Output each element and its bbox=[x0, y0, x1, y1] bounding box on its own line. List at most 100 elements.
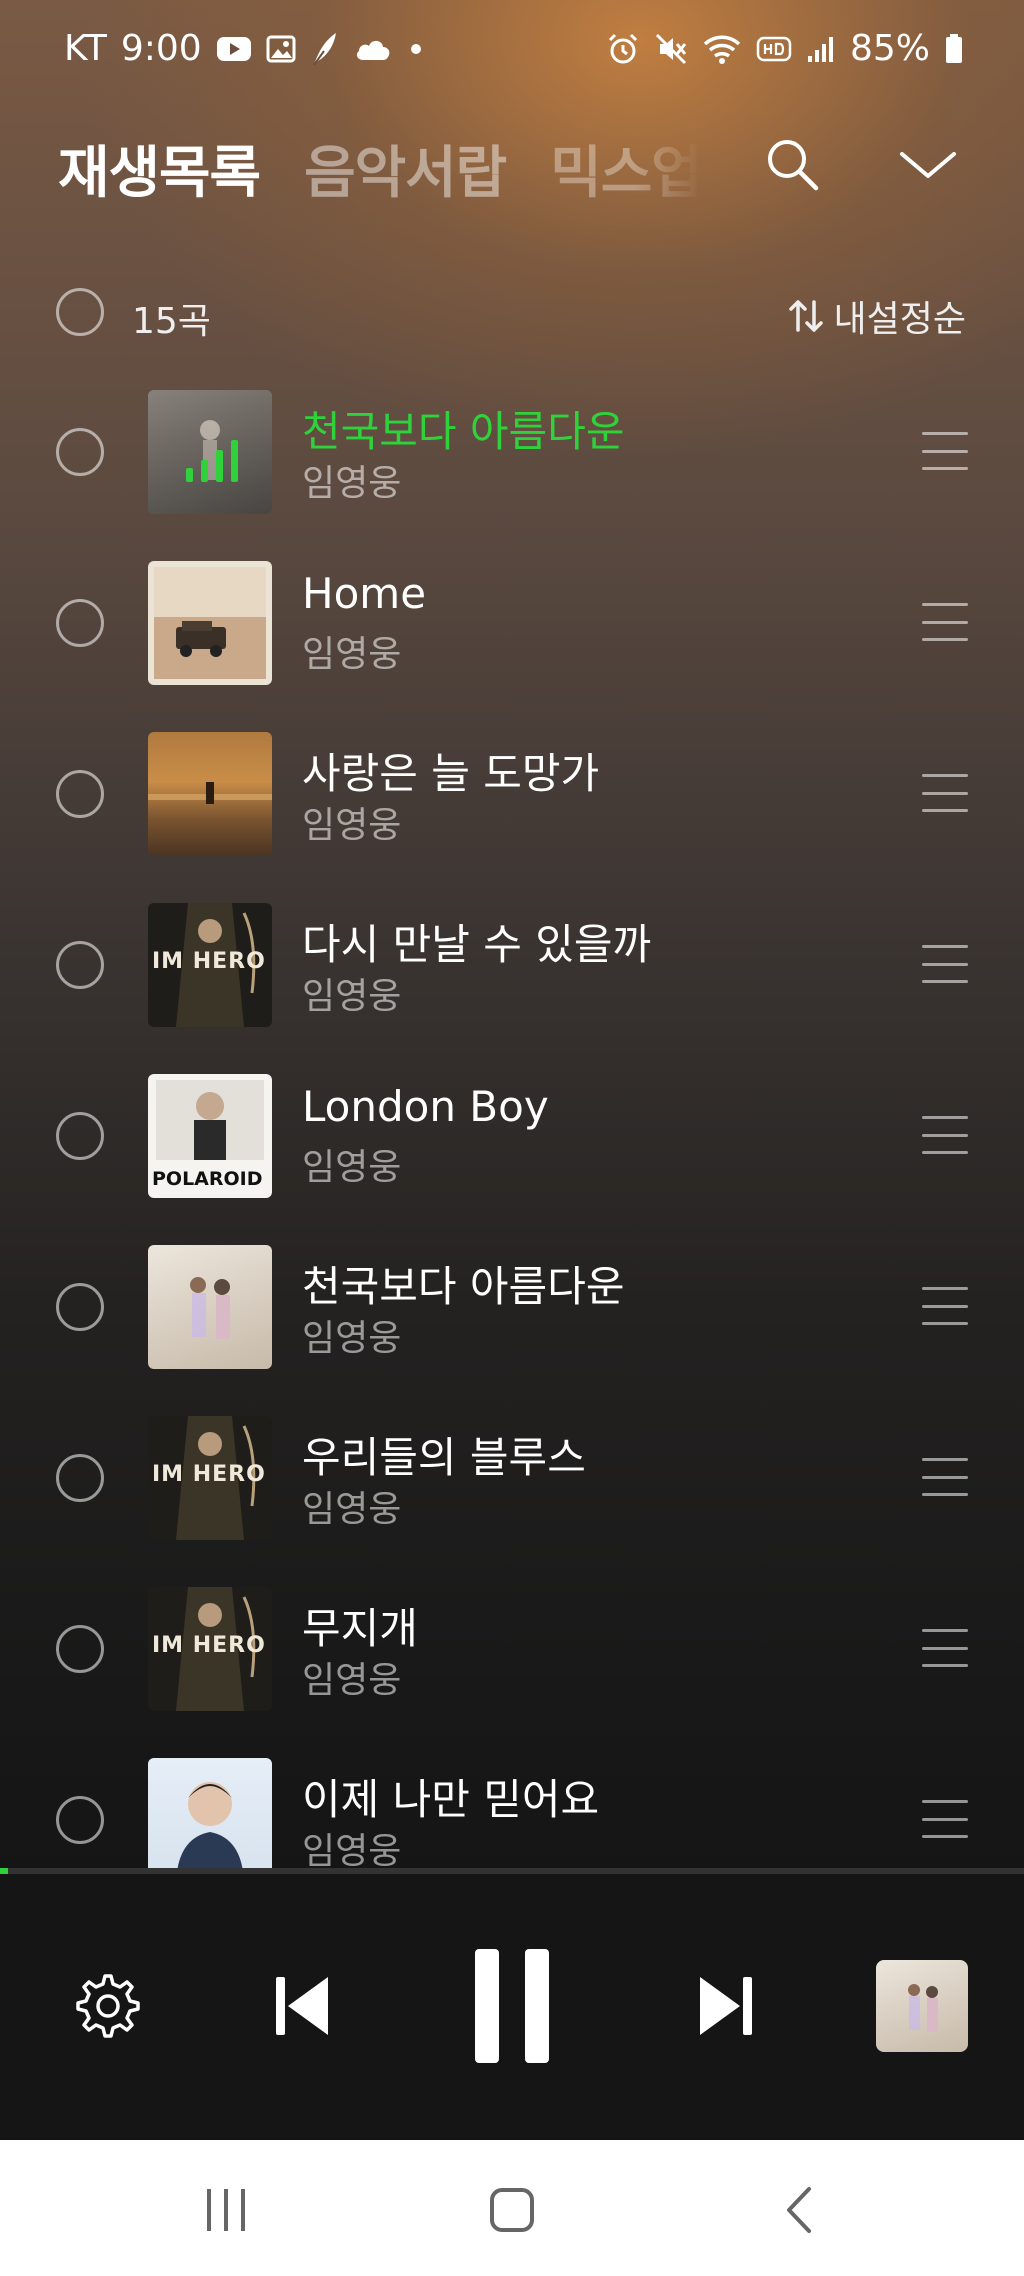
song-artist: 임영웅 bbox=[302, 1147, 402, 1188]
album-art bbox=[148, 1245, 272, 1369]
album-art: IM HERO bbox=[148, 1587, 272, 1711]
tab-music-drawer[interactable]: 음악서랍 bbox=[304, 128, 507, 209]
battery-icon bbox=[944, 33, 964, 65]
song-row[interactable]: 이제 나만 믿어요 임영웅 bbox=[0, 1748, 1024, 1868]
tab-mixup[interactable]: 믹스업 bbox=[550, 128, 703, 209]
album-art bbox=[148, 1758, 272, 1868]
drag-handle-icon[interactable] bbox=[922, 1800, 968, 1838]
song-select-checkbox[interactable] bbox=[56, 428, 104, 476]
song-title: 천국보다 아름다운 bbox=[302, 407, 625, 456]
drag-handle-icon[interactable] bbox=[922, 1116, 968, 1154]
now-playing-icon bbox=[186, 438, 238, 482]
drag-handle-icon[interactable] bbox=[922, 603, 968, 641]
system-navigation-bar bbox=[0, 2140, 1024, 2276]
album-art: IM HERO bbox=[148, 1416, 272, 1540]
song-title: 천국보다 아름다운 bbox=[302, 1262, 625, 1311]
back-button[interactable] bbox=[760, 2170, 840, 2250]
tab-playlist[interactable]: 재생목록 bbox=[58, 128, 261, 209]
skip-next-icon bbox=[700, 1977, 752, 2035]
wifi-icon bbox=[702, 33, 742, 65]
tab-bar: 재생목록 음악서랍 믹스업 bbox=[58, 128, 703, 209]
song-list: 천국보다 아름다운 임영웅 Home 임영웅 사랑은 늘 도망가 임영웅 IM … bbox=[0, 380, 1024, 1868]
album-art bbox=[148, 390, 272, 514]
signal-icon bbox=[806, 34, 836, 64]
chevron-down-icon bbox=[900, 152, 956, 178]
song-title: 무지개 bbox=[302, 1604, 418, 1653]
sort-button[interactable]: 내설정순 bbox=[786, 290, 966, 342]
song-title: London Boy bbox=[302, 1082, 549, 1131]
alarm-icon bbox=[606, 32, 640, 66]
song-count: 15곡 bbox=[132, 301, 211, 342]
next-button[interactable] bbox=[686, 1966, 766, 2046]
recent-apps-button[interactable] bbox=[186, 2170, 266, 2250]
drag-handle-icon[interactable] bbox=[922, 1629, 968, 1667]
gear-icon bbox=[76, 1974, 140, 2038]
drag-handle-icon[interactable] bbox=[922, 1458, 968, 1496]
home-button[interactable] bbox=[472, 2170, 552, 2250]
back-icon bbox=[787, 2187, 811, 2233]
album-art-text: IM HERO bbox=[152, 1462, 266, 1487]
status-bar: KT 9:00 85% bbox=[0, 0, 1024, 100]
album-art bbox=[148, 561, 272, 685]
pause-icon bbox=[475, 1949, 549, 2063]
sort-label: 내설정순 bbox=[833, 299, 966, 340]
drag-handle-icon[interactable] bbox=[922, 432, 968, 470]
recent-apps-icon bbox=[207, 2189, 245, 2231]
notification-dot-icon bbox=[406, 39, 426, 59]
youtube-icon bbox=[216, 35, 252, 63]
song-row[interactable]: 천국보다 아름다운 임영웅 bbox=[0, 1235, 1024, 1406]
select-all-checkbox[interactable] bbox=[56, 288, 104, 336]
search-button[interactable] bbox=[756, 128, 828, 200]
song-select-checkbox[interactable] bbox=[56, 1454, 104, 1502]
song-select-checkbox[interactable] bbox=[56, 770, 104, 818]
song-row[interactable]: IM HERO 우리들의 블루스 임영웅 bbox=[0, 1406, 1024, 1577]
song-artist: 임영웅 bbox=[302, 1660, 402, 1701]
song-title: 우리들의 블루스 bbox=[302, 1433, 586, 1482]
sort-icon bbox=[788, 300, 823, 332]
album-art: IM HERO bbox=[148, 903, 272, 1027]
song-artist: 임영웅 bbox=[302, 1318, 402, 1359]
album-art-text: IM HERO bbox=[152, 1633, 266, 1658]
song-title: 이제 나만 믿어요 bbox=[302, 1775, 600, 1824]
song-select-checkbox[interactable] bbox=[56, 1796, 104, 1844]
gallery-icon bbox=[266, 34, 296, 64]
song-row[interactable]: 사랑은 늘 도망가 임영웅 bbox=[0, 722, 1024, 893]
hd-voice-icon bbox=[756, 35, 792, 63]
album-art-text: IM HERO bbox=[152, 949, 266, 974]
list-header: 15곡 내설정순 bbox=[56, 284, 966, 344]
cloud-icon bbox=[354, 36, 392, 62]
now-playing-thumbnail[interactable] bbox=[876, 1960, 968, 2052]
song-artist: 임영웅 bbox=[302, 463, 402, 504]
mute-icon bbox=[654, 32, 688, 66]
home-icon bbox=[490, 2188, 534, 2232]
search-icon bbox=[768, 140, 819, 191]
song-select-checkbox[interactable] bbox=[56, 1112, 104, 1160]
song-artist: 임영웅 bbox=[302, 805, 402, 846]
song-artist: 임영웅 bbox=[302, 976, 402, 1017]
previous-button[interactable] bbox=[262, 1966, 342, 2046]
song-artist: 임영웅 bbox=[302, 1489, 402, 1530]
song-row[interactable]: IM HERO 무지개 임영웅 bbox=[0, 1577, 1024, 1748]
album-art bbox=[148, 732, 272, 856]
song-row[interactable]: 천국보다 아름다운 임영웅 bbox=[0, 380, 1024, 551]
song-select-checkbox[interactable] bbox=[56, 1283, 104, 1331]
song-select-checkbox[interactable] bbox=[56, 941, 104, 989]
album-art-text: POLAROID bbox=[152, 1168, 263, 1190]
drag-handle-icon[interactable] bbox=[922, 774, 968, 812]
drag-handle-icon[interactable] bbox=[922, 945, 968, 983]
drag-handle-icon[interactable] bbox=[922, 1287, 968, 1325]
battery-percent: 85% bbox=[849, 28, 930, 69]
carrier-label: KT bbox=[64, 28, 107, 69]
collapse-button[interactable] bbox=[892, 128, 964, 200]
song-select-checkbox[interactable] bbox=[56, 599, 104, 647]
pause-button[interactable] bbox=[460, 1946, 564, 2066]
song-row[interactable]: Home 임영웅 bbox=[0, 551, 1024, 722]
player-controls bbox=[0, 1874, 1024, 2140]
settings-button[interactable] bbox=[70, 1968, 146, 2044]
feather-icon bbox=[310, 31, 340, 67]
song-select-checkbox[interactable] bbox=[56, 1625, 104, 1673]
skip-previous-icon bbox=[276, 1977, 328, 2035]
song-row[interactable]: IM HERO 다시 만날 수 있을까 임영웅 bbox=[0, 893, 1024, 1064]
song-row[interactable]: POLAROID London Boy 임영웅 bbox=[0, 1064, 1024, 1235]
song-artist: 임영웅 bbox=[302, 634, 402, 675]
